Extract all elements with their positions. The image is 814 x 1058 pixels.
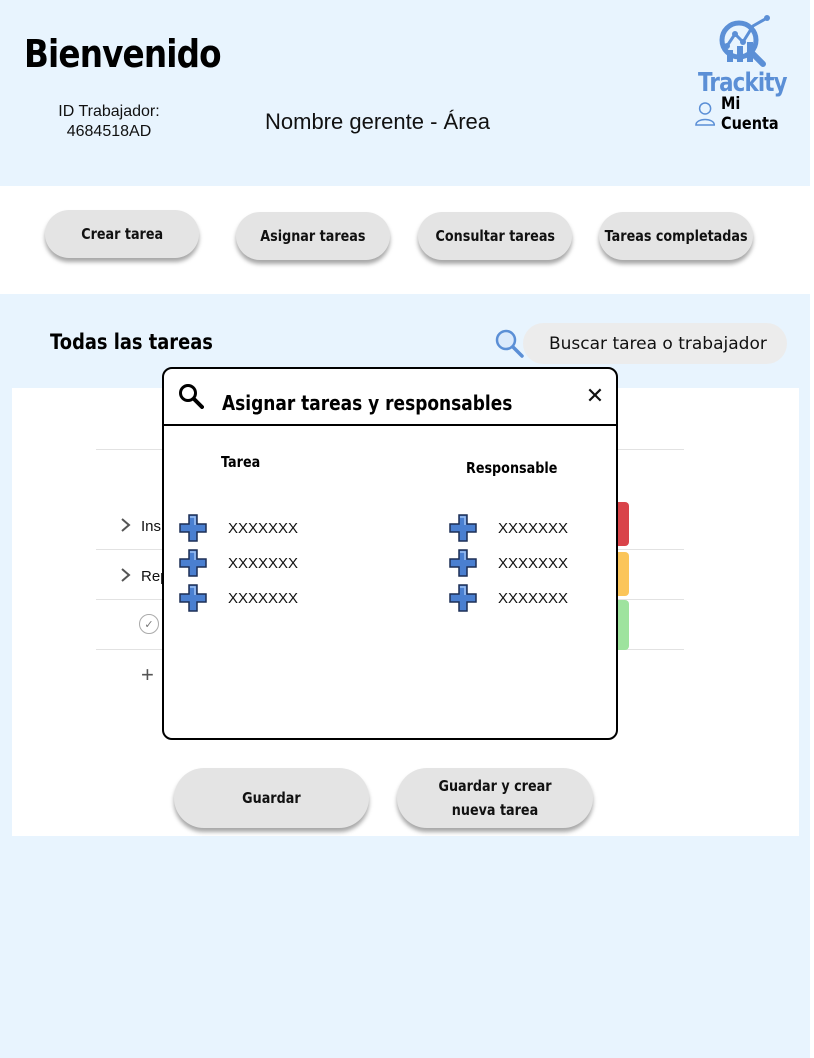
toolbar: Crear tarea Asignar tareas Consultar tar…: [0, 186, 810, 294]
search-icon[interactable]: [178, 383, 204, 409]
task-row-label: Ins: [141, 518, 162, 535]
add-row-button[interactable]: +: [141, 662, 154, 688]
responsible-item: XXXXXXX: [498, 555, 569, 572]
view-tasks-button[interactable]: Consultar tareas: [418, 212, 572, 260]
add-responsible-button[interactable]: [448, 548, 478, 578]
magnifier-icon: [495, 329, 524, 358]
assign-tasks-label: Asignar tareas: [260, 227, 366, 245]
task-item: XXXXXXX: [228, 555, 299, 572]
header: Bienvenido ID Trabajador: 4684518AD Nomb…: [0, 0, 810, 186]
add-responsible-button[interactable]: [448, 513, 478, 543]
save-label: Guardar: [242, 789, 301, 807]
assign-tasks-button[interactable]: Asignar tareas: [236, 212, 390, 260]
plus-icon: [449, 584, 477, 612]
save-and-new-button[interactable]: Guardar y crear nueva tarea: [397, 768, 593, 828]
worker-id-value: 4684518AD: [66, 123, 152, 140]
plus-icon: [449, 514, 477, 542]
plus-icon: [179, 584, 207, 612]
modal-header: Asignar tareas y responsables ✕: [164, 369, 616, 426]
view-tasks-label: Consultar tareas: [435, 227, 555, 245]
search-input[interactable]: [523, 323, 787, 364]
save-button[interactable]: Guardar: [174, 768, 369, 828]
completed-tasks-label: Tareas completadas: [604, 227, 748, 245]
my-account-link[interactable]: Mi Cuenta: [695, 94, 810, 134]
worker-id-label: ID Trabajador:: [58, 103, 160, 120]
responsible-item: XXXXXXX: [498, 520, 569, 537]
add-task-button[interactable]: [178, 548, 208, 578]
account-label: Mi Cuenta: [721, 94, 779, 134]
column-header-task: Tarea: [221, 453, 261, 471]
completed-tasks-button[interactable]: Tareas completadas: [599, 212, 753, 260]
task-item: XXXXXXX: [228, 520, 299, 537]
chevron-right-icon[interactable]: [118, 568, 132, 582]
add-task-button[interactable]: [178, 583, 208, 613]
chevron-right-icon[interactable]: [118, 518, 132, 532]
worker-id: ID Trabajador: 4684518AD: [40, 102, 178, 142]
plus-icon: [179, 549, 207, 577]
plus-icon: [179, 514, 207, 542]
manager-area: Nombre gerente - Área: [265, 109, 490, 134]
column-header-responsible: Responsable: [466, 459, 558, 477]
section-title: Todas las tareas: [50, 330, 213, 354]
welcome-title: Bienvenido: [24, 32, 222, 76]
task-item: XXXXXXX: [228, 590, 299, 607]
add-responsible-button[interactable]: [448, 583, 478, 613]
search-button[interactable]: [494, 328, 524, 358]
modal-title: Asignar tareas y responsables: [222, 391, 513, 415]
plus-icon: [449, 549, 477, 577]
check-circle-icon[interactable]: ✓: [139, 614, 159, 634]
close-icon[interactable]: ✕: [584, 385, 606, 407]
responsible-item: XXXXXXX: [498, 590, 569, 607]
add-task-button[interactable]: [178, 513, 208, 543]
save-and-new-label: Guardar y crear nueva tarea: [438, 777, 552, 819]
user-outline-icon: [695, 102, 716, 126]
create-task-label: Crear tarea: [81, 225, 163, 243]
assign-modal: Asignar tareas y responsables ✕ Tarea Re…: [162, 367, 618, 740]
create-task-button[interactable]: Crear tarea: [45, 210, 199, 258]
